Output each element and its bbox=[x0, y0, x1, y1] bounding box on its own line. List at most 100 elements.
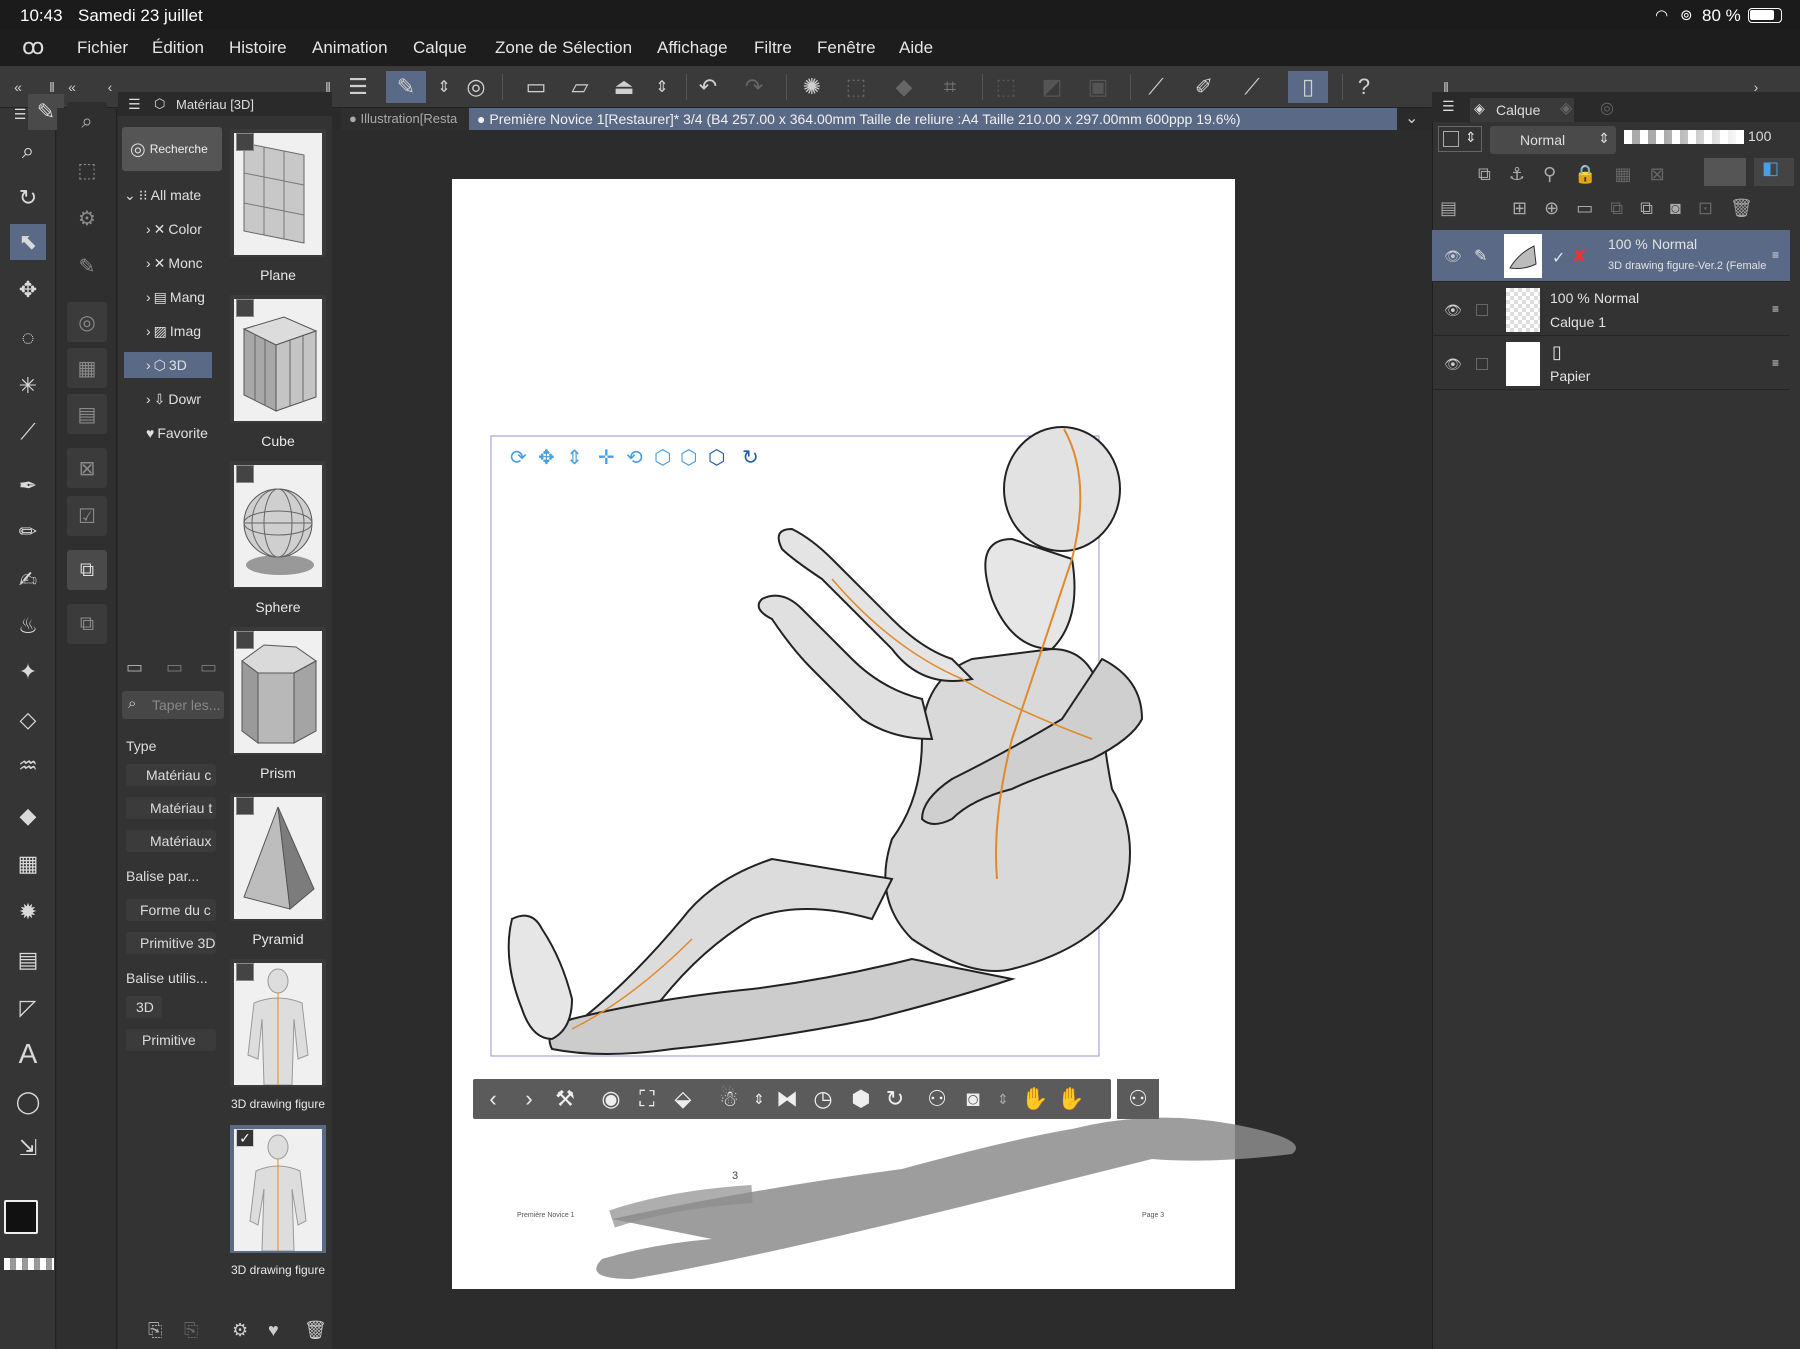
rotate-icon[interactable]: ↻ bbox=[10, 180, 46, 216]
replace-material-icon[interactable]: ⎘ bbox=[184, 1320, 198, 1341]
floor-icon[interactable]: ⬙ bbox=[667, 1083, 699, 1115]
camera-preset-icon[interactable]: ◙ bbox=[957, 1083, 989, 1115]
brush-icon[interactable]: ✍ bbox=[10, 562, 46, 598]
device-icon[interactable]: ▯ bbox=[1288, 71, 1328, 103]
pose-icon[interactable]: ☃ bbox=[713, 1083, 745, 1115]
tree-item-image[interactable]: › ▨ Imag bbox=[146, 318, 224, 344]
app-logo-icon[interactable]: ꝏ bbox=[22, 34, 44, 60]
layer-papier[interactable]: 👁 ▯ Papier ≡ bbox=[1432, 338, 1790, 390]
film-icon[interactable]: ▤ bbox=[67, 394, 107, 434]
loading-icon[interactable]: ✺ bbox=[796, 71, 828, 103]
new-vector-layer-icon[interactable]: ⊕ bbox=[1544, 198, 1559, 218]
merge-icon[interactable]: ⧉ bbox=[1640, 198, 1653, 218]
add-object-icon[interactable]: ⬢ bbox=[845, 1083, 877, 1115]
material-check-icon[interactable]: ☑ bbox=[67, 496, 107, 536]
layer-3d-figure[interactable]: 👁 ✎ ✓ ✘ 100 % Normal 3D drawing figure-V… bbox=[1432, 230, 1790, 282]
tree-item-all-materials[interactable]: ⌄ ⁝⁝ All mate bbox=[124, 182, 222, 208]
correct-line-icon[interactable]: ⇲ bbox=[10, 1130, 46, 1166]
figure-move-handles[interactable]: ⟳ ✥ ⇕ ✛ ⟲ ⬡ ⬡ ⬡ ↻ bbox=[510, 447, 759, 469]
material-cube[interactable]: Cube bbox=[230, 295, 326, 449]
move-icon[interactable]: ✥ bbox=[10, 272, 46, 308]
fit-icon[interactable]: ⛶ bbox=[631, 1083, 663, 1115]
tree-item-download[interactable]: › ⇩ Dowr bbox=[146, 386, 224, 412]
material-prism[interactable]: Prism bbox=[230, 627, 326, 781]
layer-mode-toggle[interactable] bbox=[1704, 158, 1746, 186]
material-sphere[interactable]: Sphere bbox=[230, 461, 326, 615]
airbrush-icon[interactable]: ♨ bbox=[10, 608, 46, 644]
fill-bucket-icon[interactable]: ◆ bbox=[10, 798, 46, 834]
new-file-icon[interactable]: ▭ bbox=[520, 71, 552, 103]
opacity-slider[interactable] bbox=[1624, 130, 1744, 144]
layer-calque-1[interactable]: 👁 100 % Normal Calque 1 ≡ bbox=[1432, 284, 1790, 336]
redo-icon[interactable]: ↷ bbox=[738, 71, 770, 103]
pencil-icon[interactable]: ✏ bbox=[10, 514, 46, 550]
ruler-icon[interactable]: ⟋ bbox=[1140, 71, 1172, 103]
reference-icon[interactable]: ⧉ bbox=[1478, 164, 1509, 184]
transfer-icon[interactable]: ⧉ bbox=[1610, 198, 1623, 218]
undo-icon[interactable]: ↶ bbox=[692, 71, 724, 103]
eraser-icon[interactable]: ◇ bbox=[10, 702, 46, 738]
apply-mask-icon[interactable]: ⊡ bbox=[1698, 198, 1713, 218]
reset-icon[interactable]: ◷ bbox=[807, 1083, 839, 1115]
menu-edition[interactable]: Édition bbox=[152, 38, 204, 58]
text-icon[interactable]: A bbox=[10, 1036, 46, 1072]
transparent-color-swatch[interactable] bbox=[4, 1258, 54, 1270]
selection-border-icon[interactable]: ▣ bbox=[1082, 71, 1114, 103]
zoom-icon[interactable]: ⌕ bbox=[10, 133, 46, 169]
help-icon[interactable]: ? bbox=[1348, 71, 1380, 103]
layer-color-icon[interactable]: ◧ bbox=[1754, 158, 1794, 186]
new-raster-layer-icon[interactable]: ⊞ bbox=[1512, 198, 1527, 218]
menu-icon[interactable]: ☰ bbox=[1442, 98, 1455, 115]
updown-icon[interactable]: ⇕ bbox=[987, 1083, 1019, 1115]
paste-material-icon[interactable]: ⎘ bbox=[148, 1320, 162, 1341]
tab-navigator-icon[interactable]: ◈ bbox=[1560, 98, 1572, 118]
updown-icon[interactable]: ⇕ bbox=[646, 71, 678, 103]
figure-3d-render[interactable]: ⟳ ✥ ⇕ ✛ ⟲ ⬡ ⬡ ⬡ ↻ 3 Première Novice 1 Page 3 bbox=[452, 179, 1352, 1319]
clip-icon[interactable]: ⚲ bbox=[1543, 164, 1574, 184]
camera-icon[interactable]: ◉ bbox=[595, 1083, 627, 1115]
mask-icon[interactable]: ⊠ bbox=[1650, 164, 1683, 184]
tag-balise-2[interactable]: Primitive 3D bbox=[126, 932, 216, 954]
material-3d-icon[interactable]: ⧉ bbox=[67, 550, 107, 590]
edit-folder-icon[interactable]: ▭ bbox=[200, 657, 217, 678]
material-checkbox[interactable] bbox=[236, 631, 254, 649]
trash-icon[interactable]: 🗑 bbox=[304, 1320, 327, 1341]
menu-histoire[interactable]: Histoire bbox=[229, 38, 287, 58]
eye-icon[interactable]: 👁 bbox=[1444, 356, 1462, 373]
blend-icon[interactable]: ♒ bbox=[10, 748, 46, 784]
flip-icon[interactable]: ⧓ bbox=[771, 1083, 803, 1115]
decoration-icon[interactable]: ✦ bbox=[10, 654, 46, 690]
tab-subview-icon[interactable]: ◎ bbox=[1600, 98, 1614, 118]
menu-animation[interactable]: Animation bbox=[312, 38, 388, 58]
eye-icon[interactable]: 👁 bbox=[1444, 248, 1462, 265]
frame-icon[interactable]: ▤ bbox=[10, 942, 46, 978]
material-drawing-figure-female[interactable]: ✓ 3D drawing figure bbox=[230, 1125, 326, 1277]
menu-icon[interactable]: ☰ bbox=[128, 96, 141, 113]
layer-list-icon[interactable]: ▤ bbox=[1440, 198, 1457, 218]
open-folder-icon[interactable]: ▱ bbox=[564, 71, 596, 103]
material-checkbox[interactable] bbox=[236, 963, 254, 981]
material-checkbox[interactable] bbox=[236, 133, 254, 151]
drag-handle-icon[interactable]: ≡ bbox=[1772, 248, 1779, 262]
ruler-snap-icon[interactable]: ⟋ bbox=[1236, 71, 1268, 103]
menu-aide[interactable]: Aide bbox=[899, 38, 933, 58]
drag-handle-icon[interactable]: ≡ bbox=[1772, 302, 1779, 316]
menu-selection[interactable]: Zone de Sélection bbox=[495, 38, 632, 58]
pose-material-icon[interactable]: ⚇ bbox=[921, 1083, 953, 1115]
clear-icon[interactable]: ⬚ bbox=[840, 71, 872, 103]
trash-icon[interactable]: 🗑 bbox=[1730, 198, 1753, 218]
hand-icon[interactable]: ✋ bbox=[1019, 1083, 1051, 1115]
material-plane[interactable]: Plane bbox=[230, 129, 326, 283]
subview-icon[interactable]: ◎ bbox=[67, 302, 107, 342]
fill-icon[interactable]: ◆ bbox=[888, 71, 920, 103]
material-checkbox[interactable] bbox=[236, 299, 254, 317]
opacity-value[interactable]: 100 bbox=[1748, 128, 1771, 144]
drag-handle-icon[interactable]: ≡ bbox=[1772, 356, 1779, 370]
companion-icon[interactable]: ◎ bbox=[460, 71, 492, 103]
gradient-icon[interactable]: ▦ bbox=[10, 846, 46, 882]
chevron-left-icon[interactable]: ‹ bbox=[477, 1083, 509, 1115]
tree-item-mono[interactable]: › ✕ Monc bbox=[146, 250, 224, 276]
figure-pose-button[interactable]: ⚇ bbox=[1117, 1079, 1159, 1119]
layer-object-icon[interactable]: ⬚ bbox=[67, 150, 107, 190]
material-x-icon[interactable]: ⊠ bbox=[67, 448, 107, 488]
